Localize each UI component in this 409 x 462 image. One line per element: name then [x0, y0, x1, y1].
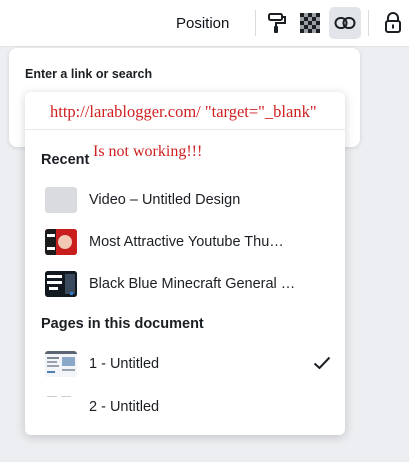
- link-input[interactable]: http://larablogger.com/ "target="_blank": [25, 92, 345, 130]
- top-toolbar: Position: [0, 0, 409, 47]
- recent-item-label: Video – Untitled Design: [89, 192, 241, 208]
- link-suggestions-dropdown: http://larablogger.com/ "target="_blank"…: [25, 92, 345, 435]
- toolbar-divider: [255, 10, 256, 36]
- lock-icon[interactable]: [377, 7, 409, 39]
- checkmark-icon: [313, 356, 331, 375]
- link-icon[interactable]: [329, 7, 361, 39]
- position-button[interactable]: Position: [176, 15, 229, 32]
- page-item-label: 2 - Untitled: [89, 399, 160, 415]
- page-thumbnail: [45, 394, 77, 420]
- recent-item[interactable]: Video – Untitled Design: [25, 181, 345, 219]
- recent-item-label: Most Attractive Youtube Thu…: [89, 234, 284, 250]
- pages-section-title: Pages in this document: [41, 316, 204, 332]
- page-item[interactable]: 2 - Untitled: [25, 388, 345, 426]
- page-item-label: 1 - Untitled: [89, 356, 160, 372]
- page-thumbnail: [45, 351, 77, 377]
- transparency-icon[interactable]: [294, 7, 326, 39]
- recent-item[interactable]: Most Attractive Youtube Thu…: [25, 223, 345, 261]
- page-item[interactable]: 1 - Untitled: [25, 345, 345, 383]
- paint-roller-icon[interactable]: [261, 7, 293, 39]
- recent-item[interactable]: Black Blue Minecraft General …: [25, 265, 345, 303]
- annotation-text: Is not working!!!: [93, 143, 203, 160]
- design-thumbnail: [45, 271, 77, 297]
- design-thumbnail: [45, 187, 77, 213]
- link-panel-title: Enter a link or search: [25, 67, 153, 81]
- recent-item-label: Black Blue Minecraft General …: [89, 276, 296, 292]
- recent-section-title: Recent: [41, 152, 90, 168]
- toolbar-divider: [368, 10, 369, 36]
- design-thumbnail: [45, 229, 77, 255]
